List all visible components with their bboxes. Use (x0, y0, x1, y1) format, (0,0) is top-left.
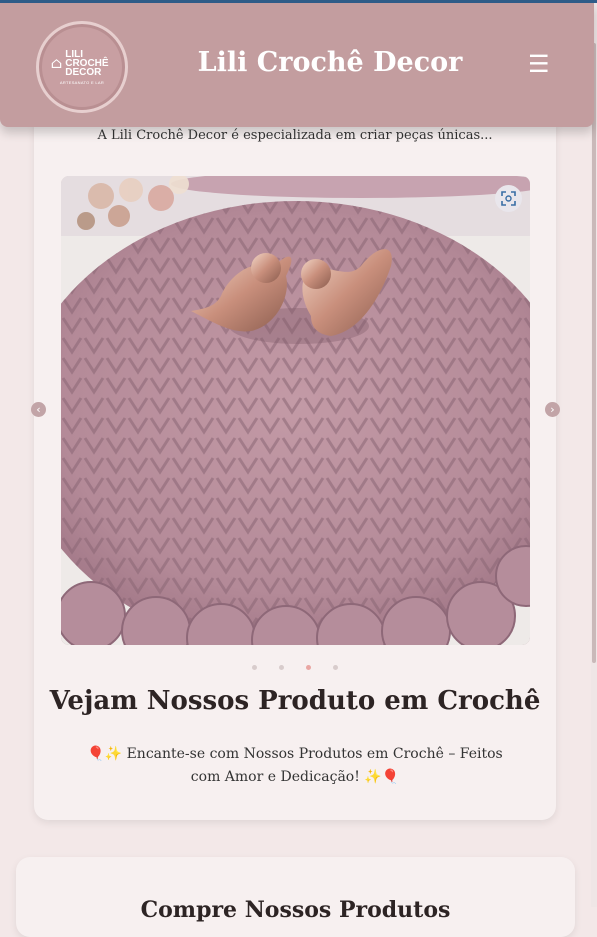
site-title: Lili Crochê Decor (197, 47, 463, 78)
carousel-dot[interactable] (252, 665, 257, 670)
scrollbar-thumb[interactable] (592, 43, 596, 663)
carousel-image[interactable] (61, 176, 530, 645)
chevron-left-icon: ‹ (36, 403, 41, 416)
logo-subtext: ARTESANATO E LAR (59, 79, 105, 85)
carousel-dot[interactable] (279, 665, 284, 670)
intro-text: A Lili Crochê Decor é especializada em c… (97, 128, 493, 143)
carousel-prev-button[interactable]: ‹ (31, 402, 46, 417)
scrollbar-track[interactable] (591, 3, 597, 907)
carousel-dot[interactable] (333, 665, 338, 670)
house-icon: ⌂ (50, 53, 63, 72)
promo-text: 🎈✨ Encante-se com Nossos Produtos em Cro… (87, 746, 503, 785)
carousel-indicators (252, 665, 338, 671)
shop-card: Compre Nossos Produtos (16, 857, 575, 937)
products-title: Vejam Nossos Produto em Crochê (49, 686, 541, 716)
zoom-expand-icon (501, 191, 516, 206)
carousel-next-button[interactable]: › (545, 402, 560, 417)
site-header: ⌂ LILI CROCHÊ DECOR ARTESANATO E LAR Lil… (0, 3, 594, 127)
doily-illustration (61, 176, 530, 645)
chevron-right-icon: › (550, 403, 555, 416)
hamburger-menu-icon[interactable]: ☰ (528, 51, 550, 77)
logo-row: ⌂ LILI CROCHÊ DECOR (50, 48, 113, 78)
shop-title: Compre Nossos Produtos (140, 897, 451, 923)
logo-text: LILI CROCHÊ DECOR (65, 48, 109, 78)
site-logo[interactable]: ⌂ LILI CROCHÊ DECOR ARTESANATO E LAR (36, 21, 128, 113)
carousel-dot-active[interactable] (306, 665, 311, 670)
zoom-button[interactable] (495, 185, 522, 212)
